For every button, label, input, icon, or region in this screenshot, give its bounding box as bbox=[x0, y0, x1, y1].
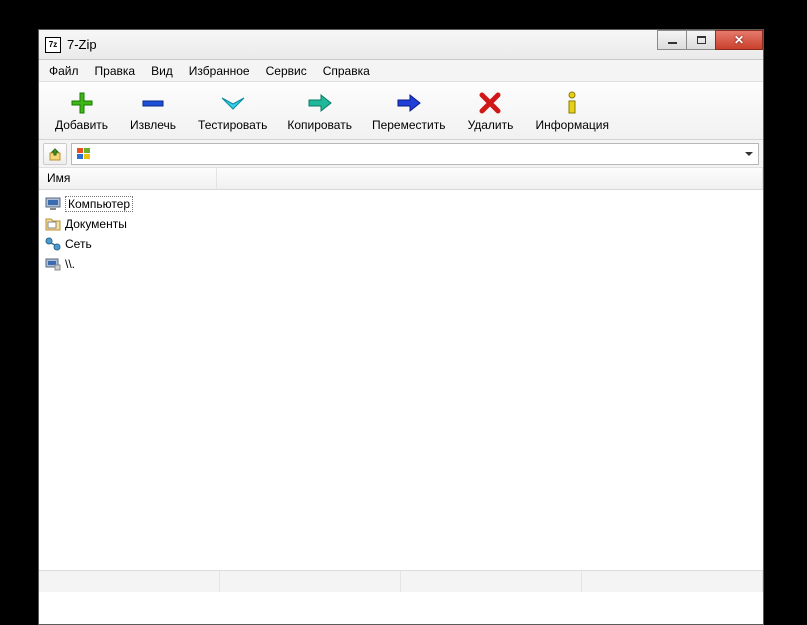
move-button[interactable]: Переместить bbox=[362, 85, 456, 137]
list-item[interactable]: Документы bbox=[41, 214, 761, 234]
menu-tools[interactable]: Сервис bbox=[258, 61, 315, 81]
list-item-label: Сеть bbox=[65, 237, 92, 251]
up-folder-icon bbox=[48, 147, 62, 161]
window-title: 7-Zip bbox=[67, 37, 97, 52]
window-controls: ✕ bbox=[658, 30, 763, 50]
status-cell bbox=[401, 571, 582, 592]
status-cell bbox=[39, 571, 220, 592]
column-header: Имя bbox=[39, 168, 763, 190]
list-item[interactable]: Сеть bbox=[41, 234, 761, 254]
copy-label: Копировать bbox=[287, 118, 352, 132]
app-icon: 7z bbox=[45, 37, 61, 53]
menu-help[interactable]: Справка bbox=[315, 61, 378, 81]
minimize-button[interactable] bbox=[657, 30, 687, 50]
test-button[interactable]: Тестировать bbox=[188, 85, 277, 137]
status-cell bbox=[582, 571, 763, 592]
list-item[interactable]: Компьютер bbox=[41, 194, 761, 214]
unc-icon bbox=[45, 256, 61, 272]
column-spacer bbox=[217, 168, 763, 189]
list-item-label: Документы bbox=[65, 217, 127, 231]
menu-edit[interactable]: Правка bbox=[87, 61, 144, 81]
file-list[interactable]: Компьютер Документы Сеть \\. bbox=[39, 190, 763, 570]
list-item[interactable]: \\. bbox=[41, 254, 761, 274]
address-field[interactable] bbox=[71, 143, 759, 165]
addressbar bbox=[39, 140, 763, 168]
plus-icon bbox=[70, 90, 94, 116]
minus-icon bbox=[141, 90, 165, 116]
documents-icon bbox=[45, 216, 61, 232]
menubar: Файл Правка Вид Избранное Сервис Справка bbox=[39, 60, 763, 82]
column-name[interactable]: Имя bbox=[39, 168, 217, 189]
delete-button[interactable]: Удалить bbox=[455, 85, 525, 137]
info-icon bbox=[564, 90, 580, 116]
add-label: Добавить bbox=[55, 118, 108, 132]
info-label: Информация bbox=[535, 118, 608, 132]
network-icon bbox=[45, 236, 61, 252]
windows-flag-icon bbox=[76, 147, 92, 161]
menu-favorites[interactable]: Избранное bbox=[181, 61, 258, 81]
extract-button[interactable]: Извлечь bbox=[118, 85, 188, 137]
titlebar[interactable]: 7z 7-Zip ✕ bbox=[39, 30, 763, 60]
dropdown-icon[interactable] bbox=[744, 148, 754, 160]
info-button[interactable]: Информация bbox=[525, 85, 618, 137]
test-label: Тестировать bbox=[198, 118, 267, 132]
arrow-right-teal-icon bbox=[307, 90, 333, 116]
maximize-button[interactable] bbox=[686, 30, 716, 50]
delete-label: Удалить bbox=[468, 118, 514, 132]
statusbar bbox=[39, 570, 763, 592]
copy-button[interactable]: Копировать bbox=[277, 85, 362, 137]
status-cell bbox=[220, 571, 401, 592]
arrow-right-blue-icon bbox=[396, 90, 422, 116]
add-button[interactable]: Добавить bbox=[45, 85, 118, 137]
menu-file[interactable]: Файл bbox=[41, 61, 87, 81]
app-window: 7z 7-Zip ✕ Файл Правка Вид Избранное Сер… bbox=[38, 29, 764, 625]
list-item-label: \\. bbox=[65, 257, 75, 271]
list-item-label: Компьютер bbox=[65, 196, 133, 212]
up-button[interactable] bbox=[43, 143, 67, 165]
close-button[interactable]: ✕ bbox=[715, 30, 763, 50]
menu-view[interactable]: Вид bbox=[143, 61, 181, 81]
extract-label: Извлечь bbox=[130, 118, 176, 132]
toolbar: Добавить Извлечь Тестировать Копировать … bbox=[39, 82, 763, 140]
check-icon bbox=[220, 90, 246, 116]
x-icon bbox=[479, 90, 501, 116]
computer-icon bbox=[45, 196, 61, 212]
move-label: Переместить bbox=[372, 118, 446, 132]
